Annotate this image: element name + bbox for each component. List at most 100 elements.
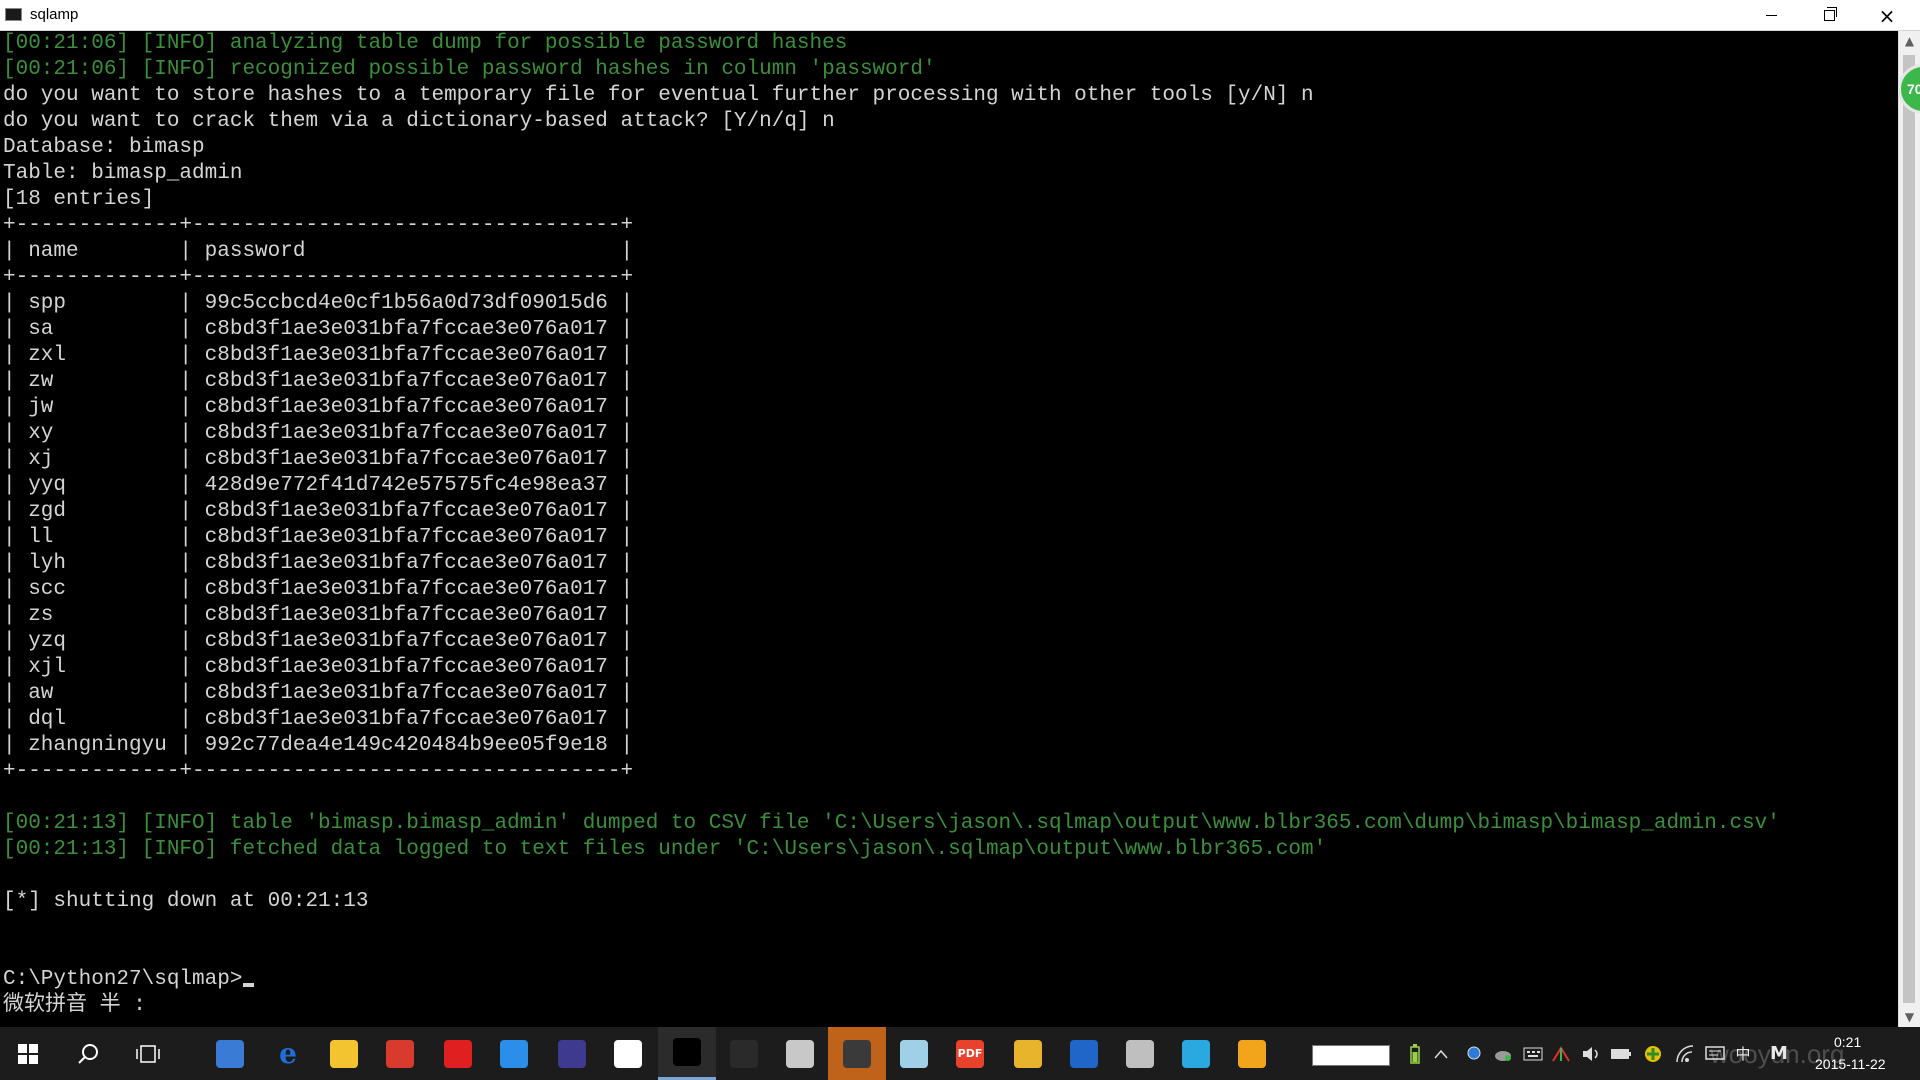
- title-bar[interactable]: sqlamp ×: [0, 0, 1920, 31]
- search-button[interactable]: [60, 1027, 116, 1080]
- chrome-app[interactable]: [1000, 1027, 1056, 1080]
- close-button[interactable]: ×: [1858, 0, 1916, 31]
- file-explorer-app-icon: [330, 1039, 358, 1068]
- console-line: | yzq | c8bd3f1ae3e031bfa7fccae3e076a017…: [3, 630, 634, 653]
- console-line: [00:21:13] [INFO] fetched data logged to…: [3, 838, 1327, 861]
- console-line: | lyh | c8bd3f1ae3e031bfa7fccae3e076a017…: [3, 552, 634, 575]
- media-app[interactable]: [828, 1027, 886, 1080]
- blue-app-icon: [500, 1039, 528, 1068]
- search-icon: [78, 1043, 98, 1064]
- console-line: | xy | c8bd3f1ae3e031bfa7fccae3e076a017 …: [3, 422, 634, 445]
- console-app[interactable]: [658, 1027, 716, 1080]
- cloud-icon: [1495, 1050, 1511, 1061]
- restore-button[interactable]: [1800, 0, 1858, 31]
- keyboard-icon: [1523, 1047, 1543, 1060]
- edge-app-label: e: [279, 1037, 297, 1070]
- console-line: | aw | c8bd3f1ae3e031bfa7fccae3e076a017 …: [3, 682, 634, 705]
- close-icon: ×: [1878, 3, 1896, 28]
- plus-shield-icon: [1645, 1045, 1661, 1062]
- lightbulb-app-icon: [614, 1039, 642, 1068]
- tray-search-icon[interactable]: [1462, 1027, 1488, 1080]
- command-prompt: C:\Python27\sqlmap>: [3, 968, 243, 991]
- volume-tray-icon[interactable]: [1578, 1027, 1604, 1080]
- lightbulb-app[interactable]: [600, 1027, 656, 1080]
- console-line: [00:21:06] [INFO] recognized possible pa…: [3, 58, 936, 81]
- text-cursor: [243, 983, 255, 987]
- power-tray-icon[interactable]: [1608, 1027, 1634, 1080]
- tray-tool-icon[interactable]: [1548, 1027, 1574, 1080]
- wifi-tray-icon[interactable]: [1672, 1027, 1698, 1080]
- browser-app[interactable]: [1168, 1027, 1224, 1080]
- colorful-app[interactable]: [372, 1027, 428, 1080]
- pdf-app[interactable]: PDF: [942, 1027, 998, 1080]
- task-view-button[interactable]: [120, 1027, 176, 1080]
- console-line: do you want to store hashes to a tempora…: [3, 84, 1314, 107]
- console-line: +-------------+-------------------------…: [3, 214, 634, 237]
- console-window[interactable]: [00:21:06] [INFO] analyzing table dump f…: [0, 31, 1898, 1027]
- console-line: [18 entries]: [3, 188, 155, 211]
- security-tray-icon[interactable]: [1640, 1027, 1666, 1080]
- console-line: | ll | c8bd3f1ae3e031bfa7fccae3e076a017 …: [3, 526, 634, 549]
- minimize-button[interactable]: [1742, 0, 1800, 31]
- console-line: | name | password |: [3, 240, 634, 263]
- gear-app-icon: [1126, 1039, 1154, 1068]
- console-line: | zhangningyu | 992c77dea4e149c420484b9e…: [3, 734, 634, 757]
- media-app-icon: [843, 1039, 871, 1068]
- note-app[interactable]: [886, 1027, 942, 1080]
- console-line: | zxl | c8bd3f1ae3e031bfa7fccae3e076a017…: [3, 344, 634, 367]
- mail-app[interactable]: [772, 1027, 828, 1080]
- console-line: | scc | c8bd3f1ae3e031bfa7fccae3e076a017…: [3, 578, 634, 601]
- network-app[interactable]: [1056, 1027, 1112, 1080]
- console-line: | spp | 99c5ccbcd4e0cf1b56a0d73df09015d6…: [3, 292, 634, 315]
- start-button[interactable]: [0, 1027, 56, 1080]
- console-line: Database: bimasp: [3, 136, 205, 159]
- pen-icon: [1552, 1045, 1570, 1062]
- eclipse-app[interactable]: [544, 1027, 600, 1080]
- task-view-icon: [136, 1044, 160, 1063]
- edge-app[interactable]: e: [260, 1027, 316, 1080]
- chrome-app-icon: [1014, 1039, 1042, 1068]
- tray-keyboard-icon[interactable]: [1520, 1027, 1546, 1080]
- scrollbar-thumb[interactable]: [1903, 55, 1915, 1003]
- file-explorer-app[interactable]: [316, 1027, 372, 1080]
- tray-network-app-icon[interactable]: [1490, 1027, 1516, 1080]
- dark-app-icon: [730, 1039, 758, 1068]
- network-app-icon: [1070, 1039, 1098, 1068]
- console-output: [00:21:06] [INFO] analyzing table dump f…: [0, 31, 1898, 1019]
- eclipse-app-icon: [558, 1039, 586, 1068]
- battery-tray-icon[interactable]: [1404, 1027, 1426, 1080]
- clock-time[interactable]: 0:21: [1834, 1034, 1861, 1050]
- mail-app-icon: [786, 1039, 814, 1068]
- red-ball-app[interactable]: [430, 1027, 486, 1080]
- console-app-icon: [5, 8, 22, 21]
- scroll-down-icon[interactable]: ▼: [1899, 1007, 1920, 1027]
- show-hidden-icons-button[interactable]: [1430, 1027, 1452, 1080]
- clock-date[interactable]: 2015-11-22: [1815, 1056, 1886, 1072]
- window-title: sqlamp: [30, 6, 79, 23]
- browser-app-icon: [1182, 1039, 1210, 1068]
- console-line: [*] shutting down at 00:21:13: [3, 890, 369, 913]
- console-line: +-------------+-------------------------…: [3, 760, 634, 783]
- console-line: | zs | c8bd3f1ae3e031bfa7fccae3e076a017 …: [3, 604, 634, 627]
- vertical-scrollbar[interactable]: ▲ ▼: [1898, 31, 1920, 1027]
- dark-app[interactable]: [716, 1027, 772, 1080]
- avatar-app[interactable]: [1224, 1027, 1280, 1080]
- ime-status-line: 微软拼音 半 :: [3, 994, 146, 1017]
- taskbar: e PDF 中 M wooyun.org 0:21 2015-11-22: [0, 1027, 1920, 1080]
- store-app[interactable]: [202, 1027, 258, 1080]
- console-line: | zgd | c8bd3f1ae3e031bfa7fccae3e076a017…: [3, 500, 634, 523]
- windows-logo-icon: [18, 1043, 38, 1064]
- scroll-up-icon[interactable]: ▲: [1899, 31, 1920, 51]
- tray-input-box[interactable]: [1312, 1045, 1390, 1066]
- blue-app[interactable]: [486, 1027, 542, 1080]
- plug-battery-icon: [1611, 1048, 1631, 1059]
- speaker-icon: [1583, 1046, 1598, 1061]
- red-ball-app-icon: [444, 1039, 472, 1068]
- gear-app[interactable]: [1112, 1027, 1168, 1080]
- avatar-app-icon: [1238, 1039, 1266, 1068]
- command-prompt-line[interactable]: C:\Python27\sqlmap>: [3, 967, 1898, 993]
